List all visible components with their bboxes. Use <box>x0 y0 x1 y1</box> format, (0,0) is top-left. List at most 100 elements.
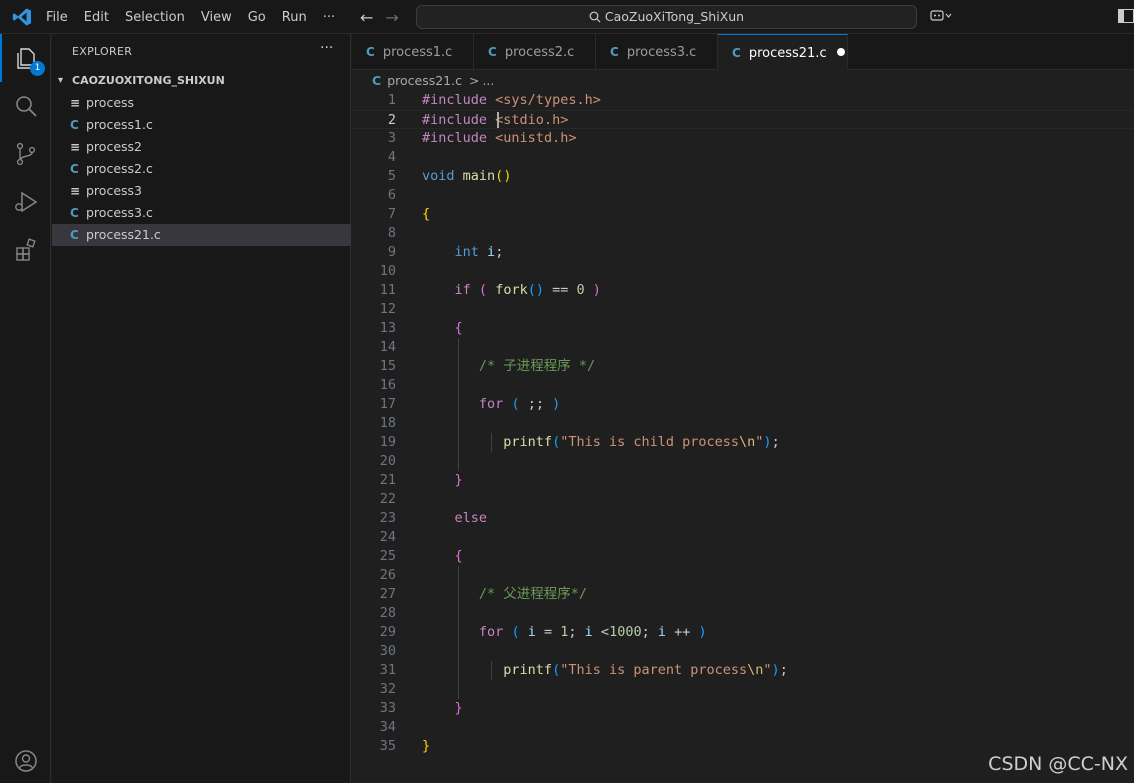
line-number: 32 <box>379 681 396 697</box>
line-number: 23 <box>379 510 396 526</box>
code-line[interactable]: 15 /* 子进程程序 */ <box>352 357 1134 376</box>
code-line[interactable]: 14 <box>352 338 1134 357</box>
explorer-title: EXPLORER <box>72 45 133 58</box>
file-item[interactable]: Cprocess3.c <box>52 202 351 224</box>
code-line[interactable]: 29 for ( i = 1; i <1000; i ++ ) <box>352 623 1134 642</box>
activity-extensions[interactable] <box>0 226 51 274</box>
file-item[interactable]: ≡ process2 <box>52 136 351 158</box>
code-line[interactable]: 23 else <box>352 509 1134 528</box>
line-number: 3 <box>387 130 396 146</box>
code-line[interactable]: 2 #include <stdio.h> <box>352 110 1134 129</box>
code-line[interactable]: 9 int i; <box>352 243 1134 262</box>
breadcrumb-file[interactable]: process21.c <box>387 73 462 88</box>
forward-arrow-icon[interactable]: → <box>385 8 398 27</box>
title-bar: File Edit Selection View Go Run ··· ← → … <box>0 0 1134 34</box>
menu-edit[interactable]: Edit <box>76 10 117 25</box>
code-line[interactable]: 12 <box>352 300 1134 319</box>
code-text: { <box>422 206 431 222</box>
file-item[interactable]: Cprocess1.c <box>52 114 351 136</box>
activity-run-debug[interactable] <box>0 178 51 226</box>
back-arrow-icon[interactable]: ← <box>360 8 373 27</box>
line-number: 15 <box>379 358 396 374</box>
code-line[interactable]: 16 <box>352 376 1134 395</box>
copilot-icon[interactable] <box>930 9 952 26</box>
code-line[interactable]: 26 <box>352 566 1134 585</box>
file-item[interactable]: Cprocess21.c <box>52 224 351 246</box>
explorer-sidebar: EXPLORER ··· ▾ CAOZUOXITONG_SHIXUN ≡ proc… <box>52 34 351 783</box>
watermark: CSDN @CC-NX <box>988 753 1128 775</box>
code-line[interactable]: 22 <box>352 490 1134 509</box>
file-item[interactable]: ≡ process3 <box>52 180 351 202</box>
line-number: 22 <box>379 491 396 507</box>
tab-label: process3.c <box>626 45 697 60</box>
code-line[interactable]: 25 { <box>352 547 1134 566</box>
search-label: CaoZuoXiTong_ShiXun <box>604 9 745 24</box>
code-line[interactable]: 5 void main() <box>352 167 1134 186</box>
line-number: 14 <box>379 339 396 355</box>
code-line[interactable]: 10 <box>352 262 1134 281</box>
code-line[interactable]: 3 #include <unistd.h> <box>352 129 1134 148</box>
menu-view[interactable]: View <box>193 10 240 25</box>
code-line[interactable]: 33 } <box>352 699 1134 718</box>
code-line[interactable]: 34 <box>352 718 1134 737</box>
code-text: printf("This is parent process\n"); <box>503 662 788 678</box>
code-text: else <box>454 510 488 526</box>
code-line[interactable]: 21 } <box>352 471 1134 490</box>
code-line[interactable]: 1 #include <sys/types.h> <box>352 91 1134 110</box>
code-line[interactable]: 8 <box>352 224 1134 243</box>
code-line[interactable]: 17 for ( ;; ) <box>352 395 1134 414</box>
code-line[interactable]: 30 <box>352 642 1134 661</box>
code-text: for ( ;; ) <box>478 396 561 412</box>
code-line[interactable]: 32 <box>352 680 1134 699</box>
code-line[interactable]: 13 { <box>352 319 1134 338</box>
code-line[interactable]: 6 <box>352 186 1134 205</box>
menu-run[interactable]: Run <box>274 10 315 25</box>
file-label: process1.c <box>86 117 153 132</box>
code-line[interactable]: 28 <box>352 604 1134 623</box>
text-file-icon: ≡ <box>70 140 81 154</box>
code-line[interactable]: 19 printf("This is child process\n"); <box>352 433 1134 452</box>
code-line[interactable]: 11 if ( fork() == 0 ) <box>352 281 1134 300</box>
c-file-icon: C <box>372 73 382 88</box>
code-line[interactable]: 24 <box>352 528 1134 547</box>
activity-bar: 1 <box>0 34 51 783</box>
line-number: 4 <box>387 149 396 165</box>
line-number: 18 <box>379 415 396 431</box>
menu-more[interactable]: ··· <box>315 10 343 25</box>
file-label: process3 <box>86 183 142 198</box>
c-file-icon: C <box>70 118 79 132</box>
menu-go[interactable]: Go <box>240 10 274 25</box>
tab-process21-c[interactable]: Cprocess21.c <box>718 34 848 70</box>
workspace-folder[interactable]: ▾ CAOZUOXITONG_SHIXUN <box>52 70 351 92</box>
menu-file[interactable]: File <box>38 10 76 25</box>
tab-process3-c[interactable]: Cprocess3.c <box>596 34 718 70</box>
menu-selection[interactable]: Selection <box>117 10 193 25</box>
activity-explorer[interactable]: 1 <box>0 34 51 82</box>
command-center-search[interactable]: CaoZuoXiTong_ShiXun <box>416 5 917 29</box>
file-item[interactable]: Cprocess2.c <box>52 158 351 180</box>
line-number: 9 <box>387 244 396 260</box>
code-line[interactable]: 4 <box>352 148 1134 167</box>
activity-search[interactable] <box>0 82 51 130</box>
unsaved-dot-icon[interactable] <box>836 48 845 56</box>
code-text: #include <unistd.h> <box>422 130 577 146</box>
file-label: process2.c <box>86 161 153 176</box>
code-line[interactable]: 20 <box>352 452 1134 471</box>
file-item[interactable]: ≡ process <box>52 92 351 114</box>
layout-toggle-icon[interactable] <box>1118 9 1134 23</box>
code-line[interactable]: 7{ <box>352 205 1134 224</box>
code-line[interactable]: 27 /* 父进程程序*/ <box>352 585 1134 604</box>
tab-process2-c[interactable]: Cprocess2.c <box>474 34 596 70</box>
breadcrumb-rest[interactable]: ... <box>482 73 494 88</box>
activity-source-control[interactable] <box>0 130 51 178</box>
explorer-more-button[interactable]: ··· <box>320 40 333 56</box>
code-editor[interactable]: 1 #include <sys/types.h> 2 #include <stdio.… <box>352 90 1134 783</box>
line-number: 25 <box>379 548 396 564</box>
code-text: for ( i = 1; i <1000; i ++ ) <box>478 624 707 640</box>
vscode-logo-icon[interactable] <box>12 8 32 26</box>
activity-accounts[interactable] <box>0 737 51 783</box>
code-line[interactable]: 18 <box>352 414 1134 433</box>
tab-process1-c[interactable]: Cprocess1.c <box>352 34 474 70</box>
code-line[interactable]: 31 printf("This is parent process\n"); <box>352 661 1134 680</box>
line-number: 35 <box>379 738 396 754</box>
